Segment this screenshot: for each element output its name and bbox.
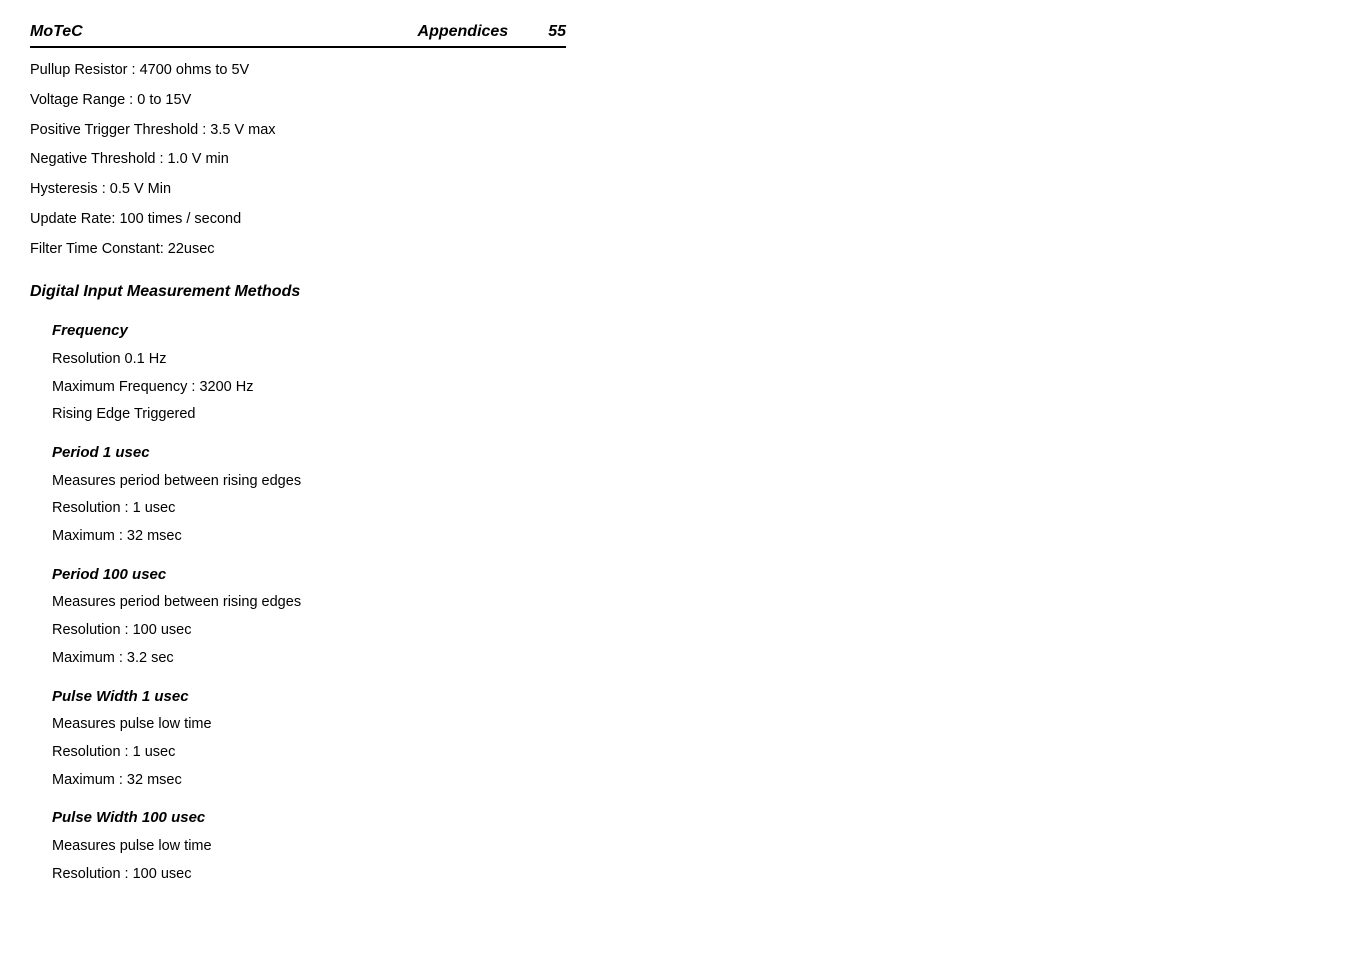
subsection-pulse-width-100-usec: Pulse Width 100 usec Measures pulse low … [52, 807, 1321, 885]
spec-line: Measures period between rising edges [52, 471, 1321, 493]
section-title: Digital Input Measurement Methods [30, 280, 1321, 304]
subsection-period-1-usec: Period 1 usec Measures period between ri… [52, 442, 1321, 548]
spec-line: Voltage Range : 0 to 15V [30, 90, 1321, 112]
subsection-pulse-width-1-usec: Pulse Width 1 usec Measures pulse low ti… [52, 686, 1321, 792]
subsection-title: Period 100 usec [52, 564, 1321, 587]
spec-line: Pullup Resistor : 4700 ohms to 5V [30, 60, 1321, 82]
spec-line: Maximum : 32 msec [52, 770, 1321, 792]
spec-line: Filter Time Constant: 22usec [30, 239, 1321, 261]
spec-line: Resolution : 100 usec [52, 620, 1321, 642]
subsection-period-100-usec: Period 100 usec Measures period between … [52, 564, 1321, 670]
spec-line: Maximum : 32 msec [52, 526, 1321, 548]
subsection-title: Pulse Width 100 usec [52, 807, 1321, 830]
spec-line: Resolution : 1 usec [52, 498, 1321, 520]
spec-line: Negative Threshold : 1.0 V min [30, 149, 1321, 171]
header-brand: MoTeC [30, 20, 83, 44]
spec-line: Positive Trigger Threshold : 3.5 V max [30, 120, 1321, 142]
header-section-title: Appendices [418, 20, 509, 44]
spec-line: Measures period between rising edges [52, 592, 1321, 614]
spec-line: Hysteresis : 0.5 V Min [30, 179, 1321, 201]
spec-line: Resolution : 1 usec [52, 742, 1321, 764]
spec-line: Maximum : 3.2 sec [52, 648, 1321, 670]
spec-line: Rising Edge Triggered [52, 404, 1321, 426]
spec-line: Resolution 0.1 Hz [52, 349, 1321, 371]
subsection-frequency: Frequency Resolution 0.1 Hz Maximum Freq… [52, 320, 1321, 426]
spec-line: Resolution : 100 usec [52, 864, 1321, 886]
header-page-number: 55 [548, 20, 566, 44]
spec-line: Maximum Frequency : 3200 Hz [52, 377, 1321, 399]
subsection-title: Pulse Width 1 usec [52, 686, 1321, 709]
spec-line: Measures pulse low time [52, 836, 1321, 858]
spec-line: Update Rate: 100 times / second [30, 209, 1321, 231]
page-header: MoTeC Appendices 55 [30, 20, 566, 48]
spec-line: Measures pulse low time [52, 714, 1321, 736]
subsection-title: Period 1 usec [52, 442, 1321, 465]
subsection-title: Frequency [52, 320, 1321, 343]
